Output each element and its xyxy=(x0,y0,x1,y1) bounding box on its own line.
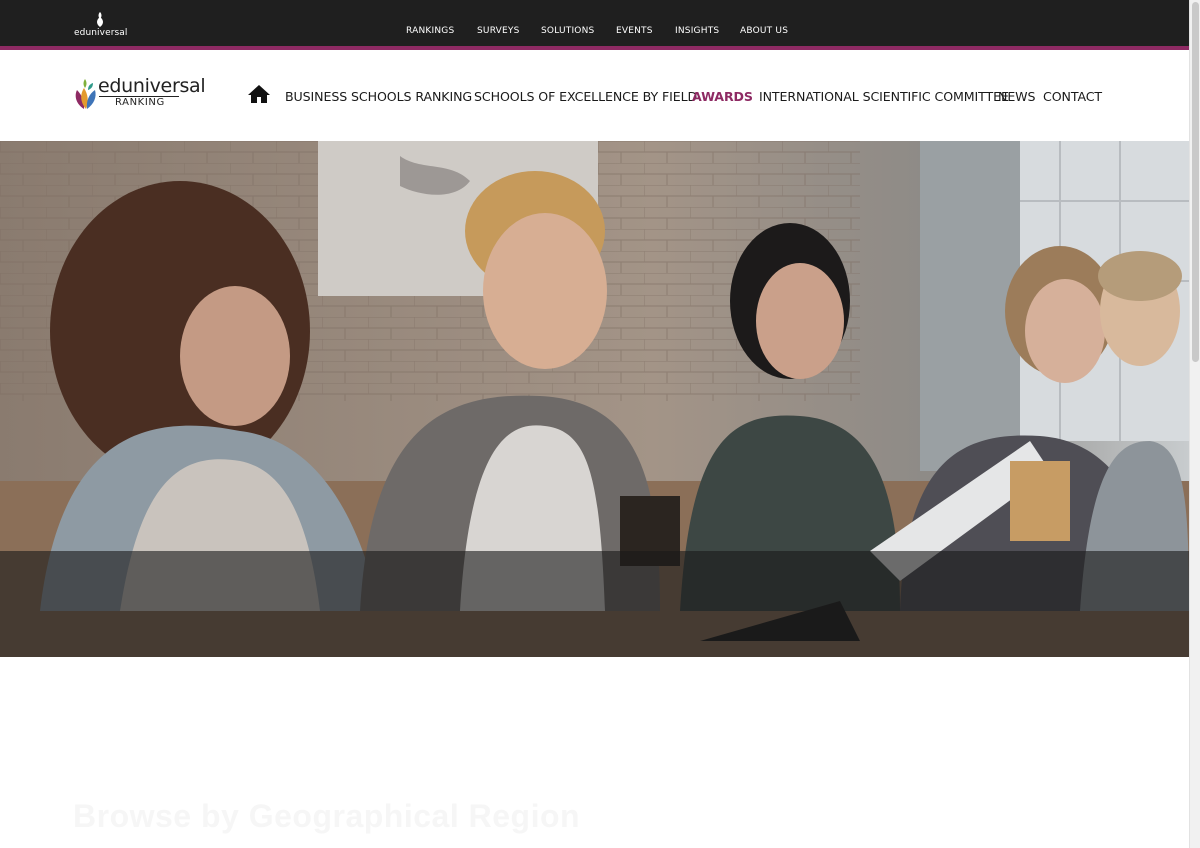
hero-banner xyxy=(0,141,1189,657)
topnav-insights[interactable]: INSIGHTS xyxy=(675,26,719,36)
section-title: Browse by Geographical Region xyxy=(73,798,581,834)
scrollbar-thumb[interactable] xyxy=(1192,2,1199,362)
topnav-about-us[interactable]: ABOUT US xyxy=(740,26,788,36)
main-nav: eduniversal RANKING BUSINESS SCHOOLS RAN… xyxy=(0,54,1189,141)
nav-contact[interactable]: CONTACT xyxy=(1043,89,1102,104)
top-nav: RANKINGS SURVEYS SOLUTIONS EVENTS INSIGH… xyxy=(0,0,1189,50)
ranking-logo[interactable]: eduniversal RANKING xyxy=(73,76,206,112)
topnav-surveys[interactable]: SURVEYS xyxy=(477,26,520,36)
topnav-rankings[interactable]: RANKINGS xyxy=(406,26,454,36)
leaf-logo-icon xyxy=(75,79,96,109)
page-scrollbar[interactable] xyxy=(1189,0,1200,848)
hero-overlay xyxy=(0,551,1189,657)
logo-subtitle: RANKING xyxy=(115,97,165,108)
top-bar: eduniversal RANKINGS SURVEYS SOLUTIONS E… xyxy=(0,0,1189,50)
nav-awards[interactable]: AWARDS xyxy=(692,89,753,104)
topnav-events[interactable]: EVENTS xyxy=(616,26,653,36)
home-icon[interactable] xyxy=(247,84,271,104)
nav-schools-of-excellence[interactable]: SCHOOLS OF EXCELLENCE BY FIELD xyxy=(474,89,697,104)
nav-news[interactable]: NEWS xyxy=(998,89,1036,104)
topnav-solutions[interactable]: SOLUTIONS xyxy=(541,26,594,36)
nav-business-schools-ranking[interactable]: BUSINESS SCHOOLS RANKING xyxy=(285,89,472,104)
logo-word: eduniversal xyxy=(98,75,206,97)
nav-international-scientific-committee[interactable]: INTERNATIONAL SCIENTIFIC COMMITTEE xyxy=(759,89,1009,104)
